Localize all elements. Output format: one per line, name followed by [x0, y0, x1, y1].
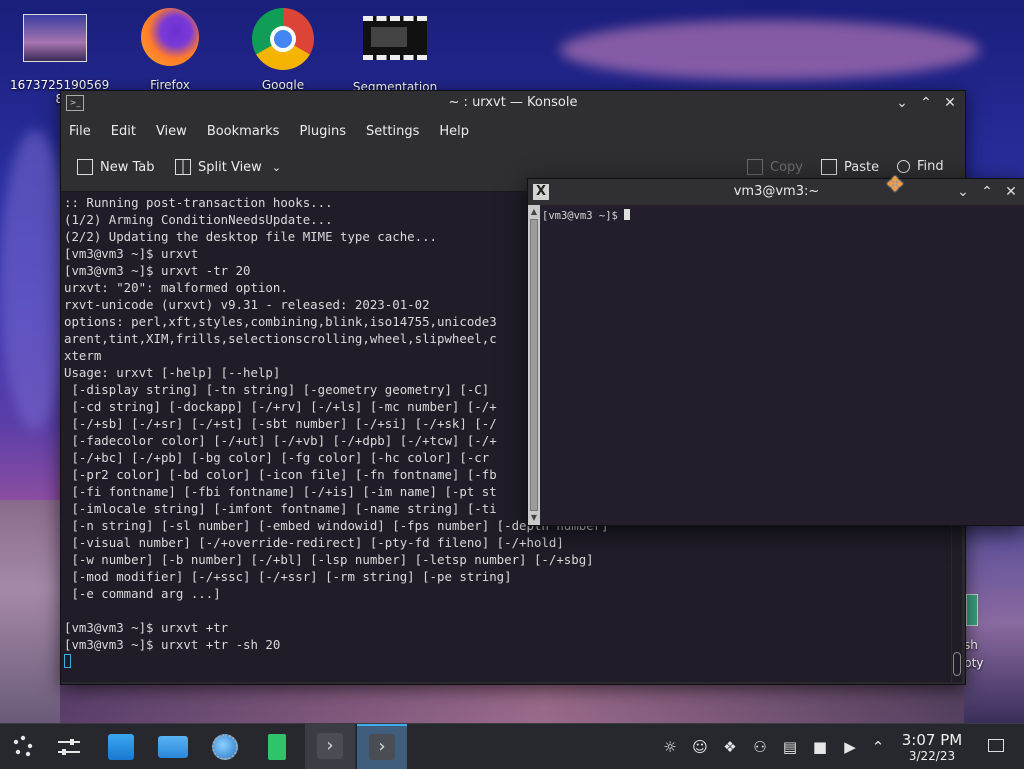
scroll-down-arrow-icon[interactable]: ▼	[529, 513, 539, 523]
folder-icon	[158, 736, 188, 758]
terminal-icon: ›	[317, 733, 343, 759]
desktop-partial-label: pty	[964, 656, 984, 670]
clock-time: 3:07 PM	[901, 731, 963, 749]
chevron-up-icon[interactable]: ⌃	[868, 737, 888, 757]
green-document-icon	[268, 734, 286, 760]
urxvt-titlebar[interactable]: X vm3@vm3:~ ⌄ ⌃ ✕	[528, 179, 1024, 205]
konsole-titlebar[interactable]: >_ ~ : urxvt — Konsole ⌄ ⌃ ✕	[61, 91, 965, 115]
text-cursor	[64, 654, 71, 668]
new-tab-button[interactable]: New Tab	[77, 159, 155, 175]
store-bag-icon	[108, 734, 134, 760]
scroll-up-arrow-icon[interactable]: ▲	[529, 207, 539, 217]
background-cloud	[560, 20, 980, 80]
new-tab-icon	[77, 159, 93, 175]
text-cursor	[624, 209, 631, 220]
new-tab-label: New Tab	[100, 159, 155, 175]
menu-bookmarks[interactable]: Bookmarks	[207, 124, 280, 139]
window-title: ~ : urxvt — Konsole	[448, 95, 578, 110]
taskbar: › › ☼ ☺ ❖ ⚇ ▤ ■ ▶ ⌃ 3:07 PM 3/22/23	[0, 723, 1024, 769]
terminal-icon: ›	[369, 734, 395, 760]
menu-plugins[interactable]: Plugins	[299, 124, 346, 139]
clipboard-icon[interactable]: ▤	[780, 737, 800, 757]
chrome-icon	[252, 8, 314, 70]
urxvt-maximize-button[interactable]: ⌃	[978, 183, 996, 201]
volume-icon[interactable]: ▶	[840, 737, 860, 757]
desktop-icon-segmentation[interactable]: Segmentation	[350, 16, 440, 94]
image-thumbnail-icon	[23, 14, 87, 62]
accessibility-icon[interactable]: ⚇	[750, 737, 770, 757]
discover-store-button[interactable]	[104, 730, 138, 764]
kde-launcher-icon	[13, 735, 33, 757]
globe-icon	[212, 734, 238, 760]
split-view-button[interactable]: Split View ⌄	[175, 159, 281, 175]
terminal-line: [vm3@vm3 ~]$ urxvt +tr	[64, 620, 229, 635]
paste-button[interactable]: Paste	[821, 159, 879, 175]
menu-edit[interactable]: Edit	[111, 124, 136, 139]
urxvt-minimize-button[interactable]: ⌄	[954, 183, 972, 201]
connect-icon[interactable]: ❖	[720, 737, 740, 757]
background-bridge	[0, 500, 62, 723]
split-view-icon	[175, 159, 191, 175]
paste-icon	[821, 159, 837, 175]
terminal-line: [-mod modifier] [-/+ssc] [-/+ssr] [-rm s…	[64, 569, 512, 584]
user-icon[interactable]: ☺	[690, 737, 710, 757]
urxvt-scrollbar[interactable]: ▲ ▼	[528, 205, 540, 525]
browser-button[interactable]	[208, 730, 242, 764]
scrollbar-thumb[interactable]	[953, 652, 961, 676]
menu-file[interactable]: File	[69, 124, 91, 139]
urxvt-terminal[interactable]: [vm3@vm3 ~]$	[540, 205, 1024, 525]
terminal-line: [vm3@vm3 ~]$ urxvt +tr -sh 20	[64, 637, 281, 652]
urxvt-close-button[interactable]: ✕	[1002, 183, 1020, 201]
urxvt-task-button[interactable]: ›	[357, 724, 407, 769]
maximize-button[interactable]: ⌃	[917, 94, 935, 112]
copy-button[interactable]: Copy	[747, 159, 803, 175]
terminal-line: [-w number] [-b number] [-/+bl] [-lsp nu…	[64, 552, 594, 567]
urxvt-window-title: vm3@vm3:~	[733, 184, 820, 199]
sliders-icon	[58, 739, 80, 755]
terminal-line: [-e command arg ...]	[64, 586, 221, 601]
move-cursor-icon: ✥	[886, 172, 904, 196]
minimize-button[interactable]: ⌄	[893, 94, 911, 112]
firefox-icon	[141, 8, 199, 66]
desktop-partial-label: sh	[964, 638, 978, 652]
copy-label: Copy	[770, 159, 803, 175]
volume-muted-icon[interactable]: ■	[810, 737, 830, 757]
copy-icon	[747, 159, 763, 175]
chevron-down-icon: ⌄	[271, 160, 282, 174]
menu-settings[interactable]: Settings	[366, 124, 419, 139]
menu-bar: File Edit View Bookmarks Plugins Setting…	[61, 115, 965, 147]
urxvt-prompt: [vm3@vm3 ~]$	[542, 210, 625, 222]
urxvt-window[interactable]: X vm3@vm3:~ ⌄ ⌃ ✕ ▲ ▼ [vm3@vm3 ~]$	[527, 178, 1024, 526]
clock-date: 3/22/23	[908, 749, 956, 763]
menu-help[interactable]: Help	[439, 124, 469, 139]
find-label: Find	[917, 159, 944, 174]
desktop-partial-icon	[966, 594, 978, 626]
show-desktop-icon[interactable]	[986, 737, 1006, 757]
split-view-label: Split View	[198, 159, 262, 175]
terminal-line: [-visual number] [-/+override-redirect] …	[64, 535, 564, 550]
application-launcher-button[interactable]	[6, 730, 40, 764]
urxvt-scrollbar-thumb[interactable]	[530, 219, 538, 511]
background-ground	[60, 683, 1024, 723]
file-manager-button[interactable]	[156, 730, 190, 764]
close-button[interactable]: ✕	[941, 94, 959, 112]
paste-label: Paste	[844, 159, 880, 175]
notifications-icon[interactable]: ☼	[660, 737, 680, 757]
desktop-icon-firefox[interactable]: Firefox	[125, 8, 215, 92]
system-settings-button[interactable]	[52, 730, 86, 764]
clock[interactable]: 3:07 PM 3/22/23	[896, 731, 968, 763]
video-file-icon	[363, 16, 427, 60]
document-app-button[interactable]	[260, 730, 294, 764]
menu-view[interactable]: View	[156, 124, 187, 139]
konsole-task-button[interactable]: ›	[305, 724, 355, 769]
